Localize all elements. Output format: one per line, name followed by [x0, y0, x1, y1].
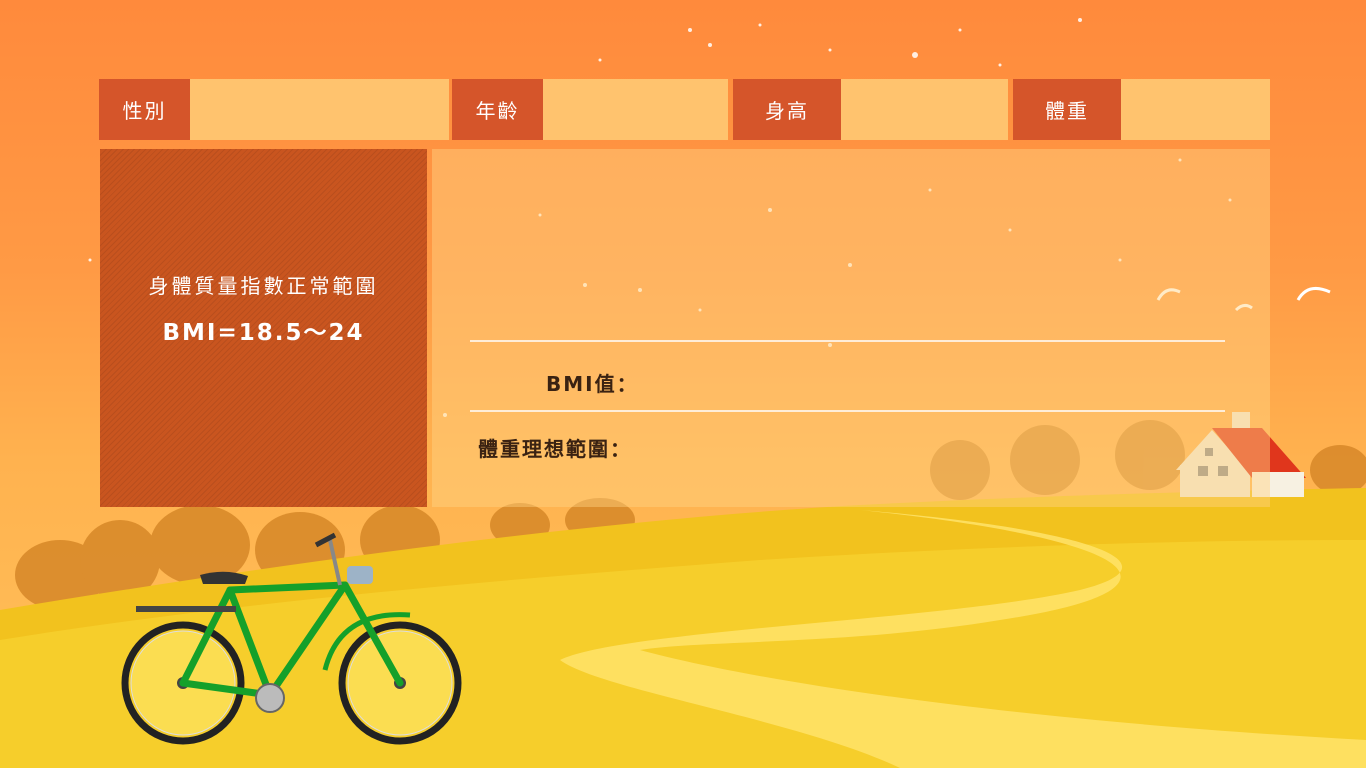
divider-top — [470, 340, 1225, 342]
gender-input[interactable] — [190, 79, 449, 140]
ideal-weight-label: 體重理想範圍： — [478, 437, 632, 461]
height-label: 身高 — [733, 79, 841, 140]
bmi-info-title: 身體質量指數正常範圍 — [148, 273, 379, 298]
bmi-info-panel: 身體質量指數正常範圍 BMI=18.5～24 — [100, 149, 427, 507]
weight-label: 體重 — [1013, 79, 1121, 140]
gender-label: 性別 — [99, 79, 190, 140]
bmi-value-label: BMI值： — [546, 372, 639, 396]
weight-input[interactable] — [1121, 79, 1270, 140]
divider-bottom — [470, 410, 1225, 412]
age-label: 年齡 — [452, 79, 543, 140]
age-input[interactable] — [543, 79, 728, 140]
bmi-normal-range: BMI=18.5～24 — [162, 319, 365, 346]
height-input[interactable] — [841, 79, 1008, 140]
